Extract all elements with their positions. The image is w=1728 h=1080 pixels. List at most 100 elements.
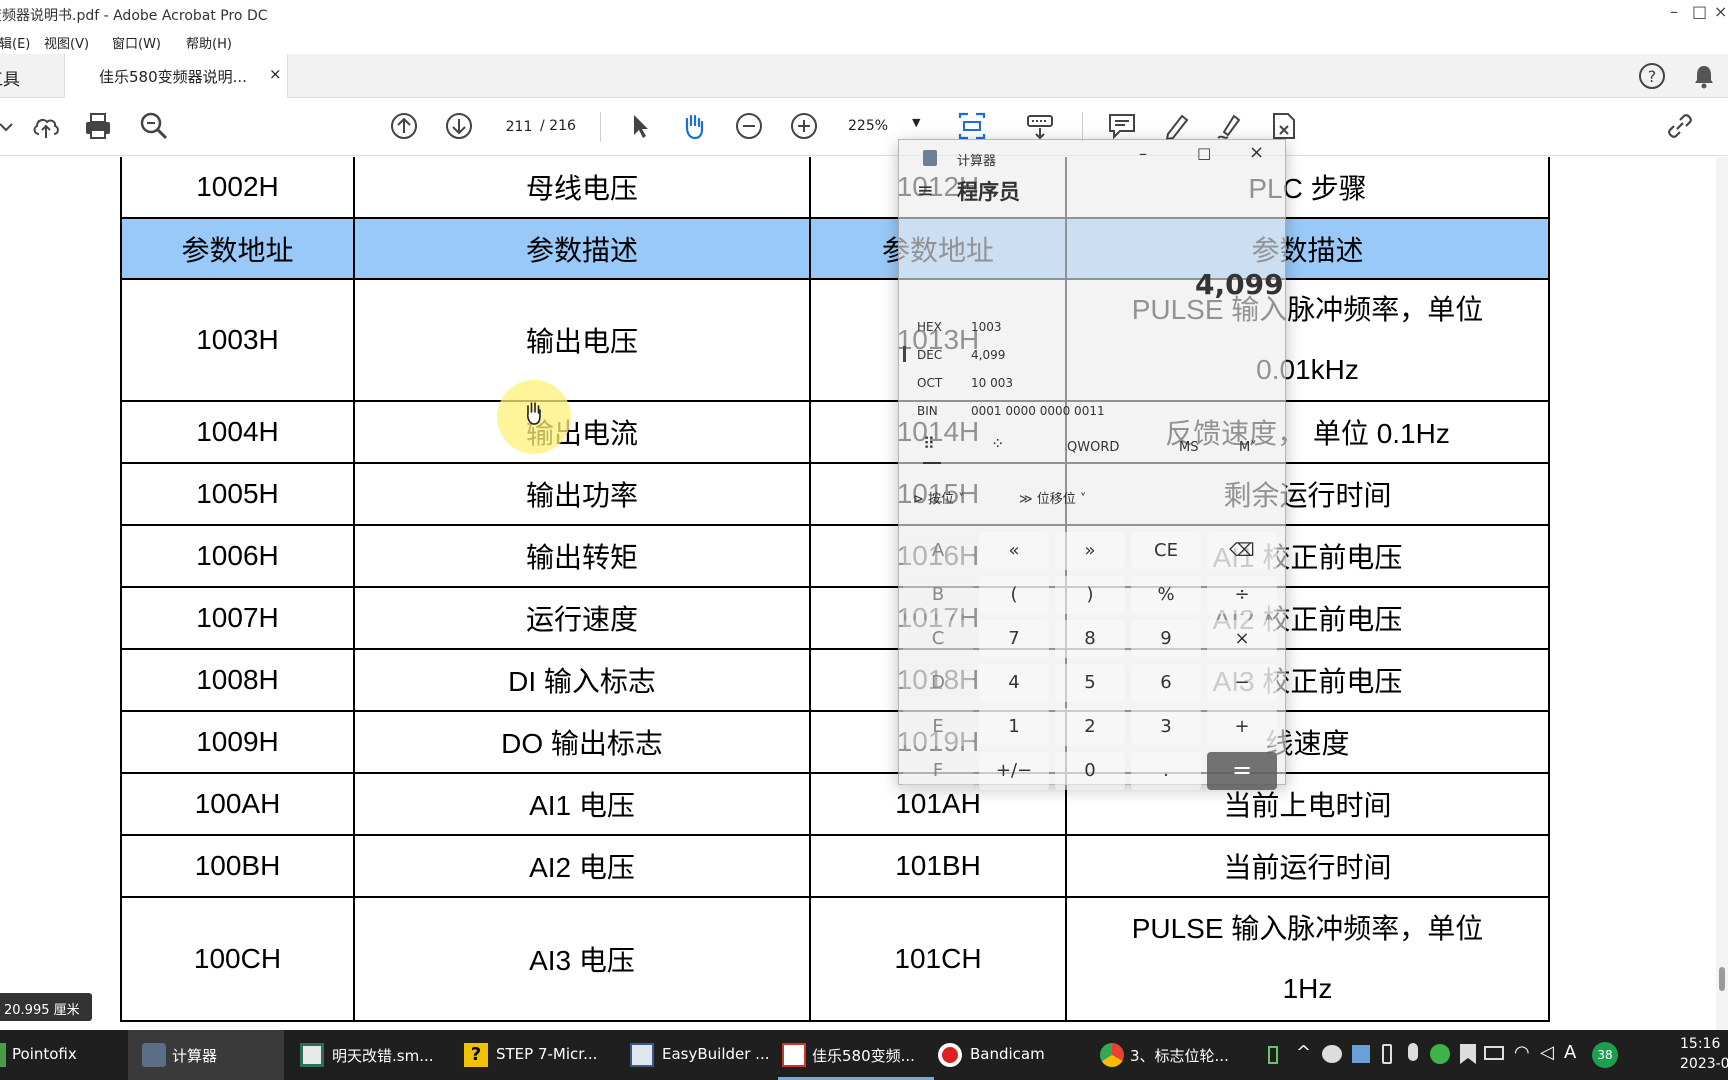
close-tab-button[interactable]: × (269, 65, 282, 83)
bitwise-dropdown[interactable]: ⊳ 按位 ˅ (913, 488, 965, 507)
calc-key-26[interactable]: +/− (979, 752, 1049, 790)
word-size-button[interactable]: QWORD (1067, 440, 1119, 455)
calc-key-17[interactable]: 5 (1055, 664, 1125, 702)
calculator-close-button[interactable]: × (1249, 142, 1264, 163)
network-share-icon[interactable] (1352, 1045, 1370, 1063)
taskbar-item-browser[interactable]: 3、标志位轮... (1096, 1030, 1256, 1080)
calculator-window[interactable]: 计算器 – □ × ≡ 程序员 4,099 HEX 1003 DEC 4,099… (898, 139, 1286, 790)
calc-key-13[interactable]: 9 (1131, 620, 1201, 658)
bin-label[interactable]: BIN (917, 404, 938, 418)
dec-label[interactable]: DEC (917, 348, 942, 362)
battery-icon[interactable] (1268, 1046, 1278, 1064)
tab-document[interactable]: 佳乐580变频器说明... × (64, 54, 288, 99)
calc-key-28[interactable]: . (1131, 752, 1201, 790)
bookmark-icon[interactable] (1460, 1044, 1476, 1064)
microphone-icon[interactable] (1408, 1043, 1418, 1061)
zoom-dropdown-icon[interactable]: ▼ (912, 116, 920, 129)
menu-window[interactable]: 窗口(W) (112, 33, 161, 52)
vertical-scrollbar[interactable] (1716, 157, 1728, 1030)
calc-key-9[interactable]: ÷ (1207, 576, 1277, 614)
memory-store-button[interactable]: MS (1179, 440, 1198, 455)
calculator-maximize-button[interactable]: □ (1197, 144, 1211, 162)
minimize-button[interactable]: – (1670, 2, 1678, 21)
wifi-icon[interactable]: ◠ (1514, 1042, 1530, 1063)
fit-page-icon[interactable] (956, 110, 988, 142)
system-clock[interactable]: 15:16 2023-03 (1680, 1034, 1728, 1074)
cloud-upload-icon[interactable] (30, 110, 62, 142)
calc-key-25[interactable]: F (903, 752, 973, 790)
menu-help[interactable]: 帮助(H) (186, 33, 232, 52)
page-number-input[interactable]: 211 (496, 114, 542, 140)
zoom-in-icon[interactable] (788, 110, 820, 142)
calc-key-27[interactable]: 0 (1055, 752, 1125, 790)
calc-key-0[interactable]: A (903, 532, 973, 570)
calc-key-20[interactable]: E (903, 708, 973, 746)
hamburger-menu-icon[interactable]: ≡ (917, 178, 934, 202)
bitshift-dropdown[interactable]: ≫ 位移位 ˅ (1019, 488, 1086, 507)
taskbar-item-acrobat[interactable]: 佳乐580变频... (778, 1030, 934, 1080)
menu-view[interactable]: 视图(V) (44, 33, 89, 52)
calc-key-18[interactable]: 6 (1131, 664, 1201, 702)
notification-badge[interactable]: 38 (1592, 1042, 1618, 1068)
calc-key-11[interactable]: 7 (979, 620, 1049, 658)
calc-key-6[interactable]: ( (979, 576, 1049, 614)
bit-toggle-icon[interactable]: ⁘ (991, 434, 1004, 453)
oct-label[interactable]: OCT (917, 376, 942, 390)
hand-tool-icon[interactable] (678, 110, 710, 142)
taskbar-item-step7[interactable]: ? STEP 7-Micr... (454, 1030, 614, 1080)
help-icon[interactable]: ? (1638, 62, 1666, 90)
tab-tools[interactable]: 工具 (0, 54, 64, 98)
hex-label[interactable]: HEX (917, 320, 942, 334)
calc-key-14[interactable]: × (1207, 620, 1277, 658)
maximize-button[interactable]: □ (1692, 2, 1707, 21)
usb-drive-icon[interactable] (1382, 1044, 1392, 1064)
calc-key-24[interactable]: + (1207, 708, 1277, 746)
page-down-icon[interactable] (443, 110, 475, 142)
keyboard-icon[interactable] (1024, 110, 1056, 142)
bell-icon[interactable] (1690, 62, 1718, 90)
wechat-icon[interactable] (1322, 1045, 1342, 1063)
comment-icon[interactable] (1106, 110, 1138, 142)
calc-key-19[interactable]: − (1207, 664, 1277, 702)
zoom-level-input[interactable]: 225% (848, 118, 888, 134)
sign-icon[interactable] (1214, 110, 1246, 142)
scrollbar-thumb[interactable] (1719, 967, 1725, 991)
chevron-down-icon[interactable] (0, 110, 13, 142)
highlight-pen-icon[interactable] (1160, 110, 1192, 142)
calculator-minimize-button[interactable]: – (1139, 144, 1147, 163)
app-tray-icon[interactable] (1430, 1044, 1450, 1064)
calc-key-10[interactable]: C (903, 620, 973, 658)
calc-key-29[interactable]: = (1207, 752, 1277, 790)
calc-key-23[interactable]: 3 (1131, 708, 1201, 746)
select-arrow-icon[interactable] (624, 110, 656, 142)
calc-key-7[interactable]: ) (1055, 576, 1125, 614)
zoom-out-icon[interactable] (733, 110, 765, 142)
ime-indicator[interactable]: A (1564, 1042, 1576, 1063)
calc-key-5[interactable]: B (903, 576, 973, 614)
print-icon[interactable] (82, 110, 114, 142)
calc-key-22[interactable]: 2 (1055, 708, 1125, 746)
calc-key-16[interactable]: 4 (979, 664, 1049, 702)
taskbar-item-microwin[interactable]: 明天改错.sm... (290, 1030, 450, 1080)
full-keypad-icon[interactable]: ⠿ (923, 434, 935, 453)
calc-key-15[interactable]: D (903, 664, 973, 702)
calc-key-8[interactable]: % (1131, 576, 1201, 614)
tray-expand-icon[interactable]: ^ (1296, 1042, 1311, 1063)
display-icon[interactable] (1484, 1046, 1504, 1060)
calc-key-2[interactable]: » (1055, 532, 1125, 570)
memory-button[interactable]: M˅ (1239, 440, 1257, 455)
calc-key-3[interactable]: CE (1131, 532, 1201, 570)
stamp-icon[interactable] (1268, 110, 1300, 142)
taskbar-item-pointofix[interactable]: Pointofix (0, 1030, 124, 1080)
taskbar-item-bandicam[interactable]: Bandicam (938, 1030, 1088, 1080)
page-up-icon[interactable] (388, 110, 420, 142)
menu-edit[interactable]: 编辑(E) (0, 33, 30, 52)
taskbar-item-calculator[interactable]: 计算器 (128, 1030, 284, 1080)
calc-key-4[interactable]: ⌫ (1207, 532, 1277, 570)
calc-key-1[interactable]: « (979, 532, 1049, 570)
volume-icon[interactable]: ◁ (1540, 1042, 1554, 1063)
calc-key-12[interactable]: 8 (1055, 620, 1125, 658)
search-icon[interactable] (138, 110, 170, 142)
close-window-button[interactable]: × (1714, 2, 1727, 21)
share-link-icon[interactable] (1664, 110, 1696, 142)
